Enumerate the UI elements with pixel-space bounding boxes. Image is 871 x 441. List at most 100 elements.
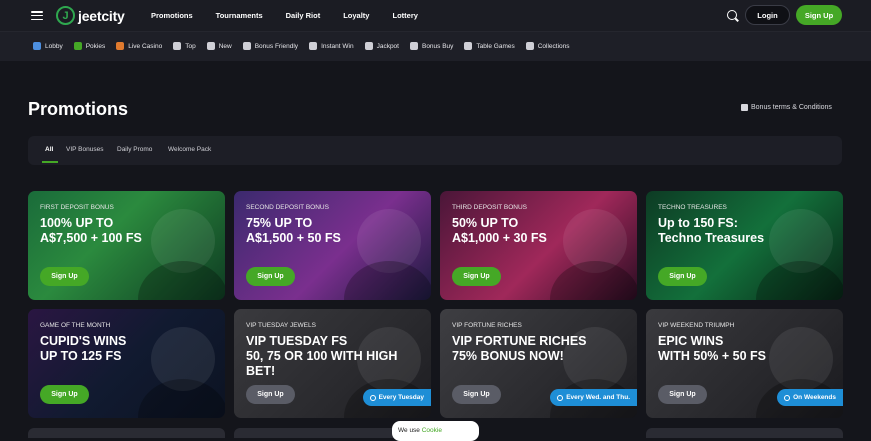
- promo-signup-button[interactable]: Sign Up: [40, 267, 89, 286]
- promo-card[interactable]: [646, 428, 843, 438]
- category-label: Jackpot: [376, 42, 399, 50]
- table-games-icon: [464, 42, 473, 50]
- bonus-terms-link[interactable]: Bonus terms & Conditions: [741, 104, 832, 111]
- promo-tabs: All VIP Bonuses Daily Promo Welcome Pack: [28, 136, 842, 165]
- promo-card[interactable]: Techno Treasures Up to 150 FS: Techno Tre…: [646, 191, 843, 300]
- category-label: Live Casino: [128, 42, 163, 50]
- category-label: Bonus Friendly: [254, 42, 299, 50]
- promo-card[interactable]: THIRD DEPOSIT BONUS 50% UP TO A$1,000 + 3…: [440, 191, 637, 300]
- promo-card[interactable]: [28, 428, 225, 438]
- promo-label: THIRD DEPOSIT BONUS: [452, 204, 528, 211]
- diamond-icon: [364, 42, 373, 50]
- promo-headline: 75% UP TO A$1,500 + 50 FS: [246, 216, 341, 245]
- star-icon: [173, 42, 182, 50]
- clock-icon: [557, 394, 564, 401]
- tab-daily-promo[interactable]: Daily Promo: [117, 146, 152, 153]
- category-label: New: [218, 42, 232, 50]
- nav-lottery[interactable]: Lottery: [392, 11, 417, 20]
- tab-welcome-pack[interactable]: Welcome Pack: [168, 146, 211, 153]
- nav-tournaments[interactable]: Tournaments: [216, 11, 263, 20]
- promo-signup-button[interactable]: Sign Up: [452, 385, 501, 404]
- login-button[interactable]: Login: [745, 5, 790, 25]
- promo-label: VIP FORTUNE RICHES: [452, 322, 522, 329]
- cookie-link[interactable]: Cookie: [422, 427, 442, 434]
- promo-label: VIP TUESDAY JEWELS: [246, 322, 316, 329]
- category-bonus-buy[interactable]: Bonus Buy: [409, 42, 454, 50]
- category-lobby[interactable]: Lobby: [33, 42, 63, 50]
- promo-headline: Up to 150 FS: Techno Treasures: [658, 216, 765, 245]
- promo-label: GAME OF THE MONTH: [40, 322, 111, 329]
- promo-card[interactable]: VIP WEEKEND TRIUMPH EPIC WINS WITH 50% + …: [646, 309, 843, 418]
- category-pokies[interactable]: Pokies: [73, 42, 105, 50]
- promo-signup-button[interactable]: Sign Up: [40, 385, 89, 404]
- category-top[interactable]: Top: [173, 42, 196, 50]
- promo-card[interactable]: SECOND DEPOSIT BONUS 75% UP TO A$1,500 + …: [234, 191, 431, 300]
- category-live-casino[interactable]: Live Casino: [116, 42, 162, 50]
- promo-signup-button[interactable]: Sign Up: [452, 267, 501, 286]
- document-icon: [741, 104, 748, 111]
- promo-label: FIRST DEPOSIT BONUS: [40, 204, 114, 211]
- schedule-badge: Every Wed. and Thu.: [550, 389, 637, 406]
- logo-text: jeetcity: [78, 7, 125, 24]
- nav-promotions[interactable]: Promotions: [151, 11, 193, 20]
- collections-icon: [525, 42, 534, 50]
- logo[interactable]: J jeetcity: [56, 6, 125, 25]
- category-bonus-friendly[interactable]: Bonus Friendly: [242, 42, 299, 50]
- category-label: Top: [185, 42, 196, 50]
- promo-headline: VIP FORTUNE RICHES 75% BONUS NOW!: [452, 334, 587, 363]
- category-label: Instant Win: [321, 42, 354, 50]
- cookie-banner: We use Cookie: [392, 421, 479, 441]
- menu-icon[interactable]: [31, 11, 43, 20]
- promo-headline: 50% UP TO A$1,000 + 30 FS: [452, 216, 547, 245]
- promo-card[interactable]: VIP TUESDAY JEWELS VIP TUESDAY FS 50, 75 …: [234, 309, 431, 418]
- tab-all[interactable]: All: [45, 146, 53, 153]
- schedule-badge: On Weekends: [777, 389, 843, 406]
- category-label: Lobby: [45, 42, 63, 50]
- tab-vip-bonuses[interactable]: VIP Bonuses: [66, 146, 103, 153]
- promo-label: Techno Treasures: [658, 204, 727, 211]
- top-bar: J jeetcity Promotions Tournaments Daily …: [0, 0, 871, 31]
- category-table-games[interactable]: Table Games: [464, 42, 515, 50]
- category-bar: Lobby Pokies Live Casino Top New Bonus Friend…: [0, 31, 871, 61]
- promo-label: VIP WEEKEND TRIUMPH: [658, 322, 735, 329]
- active-tab-indicator: [42, 161, 58, 163]
- live-casino-icon: [116, 42, 125, 50]
- category-jackpot[interactable]: Jackpot: [364, 42, 399, 50]
- category-instant-win[interactable]: Instant Win: [309, 42, 354, 50]
- lobby-icon: [33, 42, 41, 50]
- schedule-badge-text: On Weekends: [793, 394, 836, 401]
- promo-card[interactable]: VIP FORTUNE RICHES VIP FORTUNE RICHES 75%…: [440, 309, 637, 418]
- schedule-badge: Every Tuesday: [362, 389, 431, 406]
- main-nav: Promotions Tournaments Daily Riot Loyalt…: [151, 11, 441, 20]
- page-title: Promotions: [28, 99, 129, 119]
- clock-icon: [784, 394, 791, 401]
- promo-signup-button[interactable]: Sign Up: [658, 267, 707, 286]
- promo-signup-button[interactable]: Sign Up: [246, 267, 295, 286]
- category-label: Bonus Buy: [421, 42, 454, 50]
- bonus-buy-icon: [409, 42, 418, 50]
- promo-label: SECOND DEPOSIT BONUS: [246, 204, 329, 211]
- logo-icon: J: [56, 6, 75, 25]
- promo-card[interactable]: FIRST DEPOSIT BONUS 100% UP TO A$7,500 + …: [28, 191, 225, 300]
- category-label: Table Games: [476, 42, 515, 50]
- bonus-terms-label: Bonus terms & Conditions: [751, 104, 832, 111]
- schedule-badge-text: Every Wed. and Thu.: [566, 394, 630, 401]
- search-icon[interactable]: [727, 10, 737, 20]
- bonus-icon: [242, 42, 251, 50]
- clock-icon: [369, 394, 376, 401]
- category-collections[interactable]: Collections: [525, 42, 570, 50]
- nav-loyalty[interactable]: Loyalty: [343, 11, 369, 20]
- nav-daily-riot[interactable]: Daily Riot: [286, 11, 321, 20]
- promo-headline: EPIC WINS WITH 50% + 50 FS: [658, 334, 767, 363]
- promo-signup-button[interactable]: Sign Up: [246, 385, 295, 404]
- category-label: Collections: [537, 42, 570, 50]
- promo-headline: VIP TUESDAY FS 50, 75 OR 100 WITH HIGH B…: [246, 334, 398, 378]
- promo-signup-button[interactable]: Sign Up: [658, 385, 707, 404]
- promo-card[interactable]: GAME OF THE MONTH CUPID'S WINS UP TO 125 …: [28, 309, 225, 418]
- schedule-badge-text: Every Tuesday: [378, 394, 424, 401]
- signup-button[interactable]: Sign Up: [796, 5, 842, 25]
- category-new[interactable]: New: [206, 42, 232, 50]
- cookie-text: We use: [398, 427, 422, 434]
- lightning-icon: [309, 42, 318, 50]
- pokies-icon: [73, 42, 82, 50]
